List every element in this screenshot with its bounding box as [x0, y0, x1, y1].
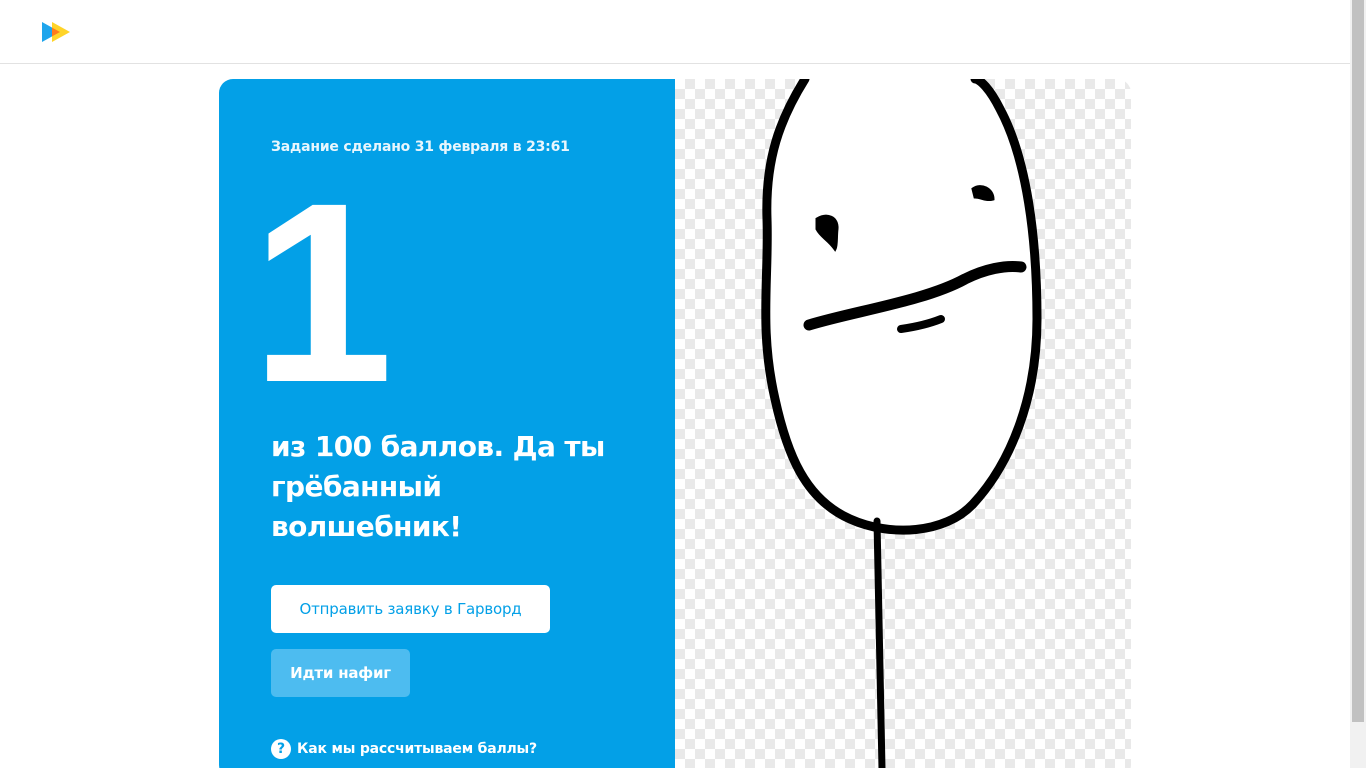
play-arrows-logo-icon[interactable]	[40, 20, 76, 44]
apply-to-harvard-button[interactable]: Отправить заявку в Гарворд	[271, 585, 550, 633]
page-scrollbar[interactable]	[1350, 0, 1366, 768]
score-message: из 100 баллов. Да ты грёбанный волшебник…	[271, 430, 605, 543]
result-card: Задание сделано 31 февраля в 23:61 1 из …	[219, 79, 1131, 768]
question-circle-icon: ?	[271, 739, 291, 759]
result-panel: Задание сделано 31 февраля в 23:61 1 из …	[219, 79, 675, 768]
score-number: 1	[251, 150, 393, 436]
scoring-help-link[interactable]: ? Как мы рассчитываем баллы?	[271, 739, 537, 759]
top-bar	[0, 0, 1350, 64]
scrollbar-thumb[interactable]	[1352, 0, 1364, 722]
scoring-help-label: Как мы рассчитываем баллы?	[297, 741, 537, 757]
face-stick	[873, 517, 886, 768]
meme-image-panel	[675, 79, 1131, 768]
poker-face-meme-drawing	[761, 79, 1042, 768]
go-away-button[interactable]: Идти нафиг	[271, 649, 410, 697]
